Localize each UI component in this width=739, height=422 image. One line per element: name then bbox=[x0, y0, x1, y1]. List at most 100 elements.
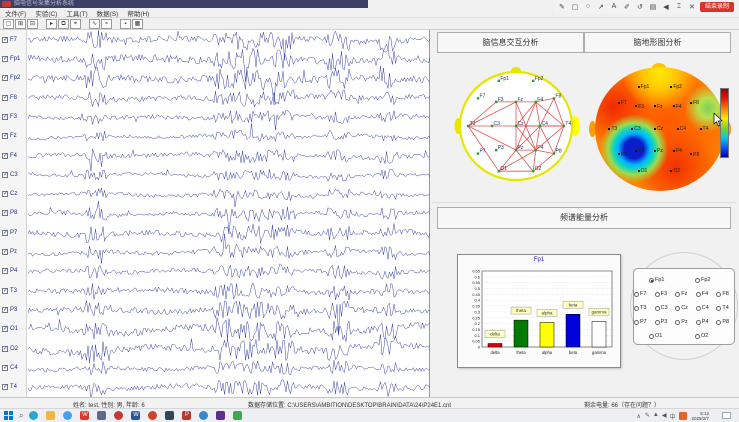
word-icon[interactable]: W bbox=[131, 411, 140, 420]
network-icon[interactable]: ▲ bbox=[653, 412, 659, 421]
open-icon[interactable]: ▢ bbox=[3, 19, 14, 29]
electrode-option-O1[interactable]: O1 bbox=[649, 333, 673, 339]
channel-checkbox-T4[interactable]: ✓ bbox=[2, 384, 8, 390]
text-icon[interactable]: A bbox=[609, 3, 619, 11]
channel-checkbox-Fp1[interactable]: ✓ bbox=[2, 56, 8, 62]
cursor-icon[interactable]: ⌖ bbox=[70, 19, 81, 29]
radio-P8[interactable] bbox=[716, 320, 721, 325]
edge-icon[interactable] bbox=[29, 411, 38, 420]
rect-icon[interactable]: ▢ bbox=[570, 3, 580, 11]
tile-vertical-icon[interactable]: ⊟ bbox=[27, 19, 38, 29]
electrode-option-P3[interactable]: P3 bbox=[655, 319, 673, 325]
menu-item-1[interactable]: 实验(C) bbox=[35, 8, 57, 18]
channel-checkbox-F7[interactable]: ✓ bbox=[2, 37, 8, 43]
visual-studio-icon[interactable] bbox=[216, 411, 225, 420]
channel-checkbox-O2[interactable]: ✓ bbox=[2, 346, 8, 352]
radio-O1[interactable] bbox=[649, 334, 654, 339]
radio-O2[interactable] bbox=[695, 334, 700, 339]
ellipse-icon[interactable]: ○ bbox=[583, 3, 593, 11]
spectrum-icon[interactable]: ≈ bbox=[101, 19, 112, 29]
electrode-option-P7[interactable]: P7 bbox=[634, 319, 652, 325]
channel-checkbox-T3[interactable]: ✓ bbox=[2, 288, 8, 294]
clock[interactable]: 5:12 2025/2/7 bbox=[691, 411, 709, 421]
show-desktop-button[interactable] bbox=[722, 412, 731, 419]
channel-checkbox-P4[interactable]: ✓ bbox=[2, 268, 8, 274]
channel-checkbox-Pz[interactable]: ✓ bbox=[2, 249, 8, 255]
file-explorer-icon[interactable] bbox=[46, 411, 55, 420]
app-icon-2[interactable] bbox=[114, 411, 123, 420]
channel-checkbox-F3[interactable]: ✓ bbox=[2, 114, 8, 120]
radio-Pz[interactable] bbox=[675, 320, 680, 325]
app-icon-4[interactable] bbox=[165, 411, 174, 420]
menu-item-2[interactable]: 工具(T) bbox=[66, 8, 87, 18]
arrow-icon[interactable]: ↗ bbox=[596, 3, 606, 11]
app-icon-3[interactable] bbox=[148, 411, 157, 420]
channel-checkbox-Cz[interactable]: ✓ bbox=[2, 191, 8, 197]
electrode-option-F3[interactable]: F3 bbox=[655, 291, 673, 297]
radio-P4[interactable] bbox=[696, 320, 701, 325]
radio-F7[interactable] bbox=[634, 292, 639, 297]
electrode-option-C3[interactable]: C3 bbox=[655, 305, 673, 311]
electrode-option-Pz[interactable]: Pz bbox=[675, 319, 693, 325]
channel-checkbox-O1[interactable]: ✓ bbox=[2, 326, 8, 332]
pen-icon[interactable]: ✎ bbox=[557, 3, 567, 11]
electrode-option-F8[interactable]: F8 bbox=[716, 291, 734, 297]
tile-horizontal-icon[interactable]: ⊞ bbox=[15, 19, 26, 29]
channel-checkbox-F8[interactable]: ✓ bbox=[2, 95, 8, 101]
channel-checkbox-P7[interactable]: ✓ bbox=[2, 230, 8, 236]
radio-T4[interactable] bbox=[716, 306, 721, 311]
wave-icon[interactable]: ∿ bbox=[89, 19, 100, 29]
stop-icon[interactable]: ▪ bbox=[120, 19, 131, 29]
speaker-icon[interactable]: ◀ bbox=[661, 3, 671, 11]
radio-Cz[interactable] bbox=[675, 306, 680, 311]
electrode-option-Fz[interactable]: Fz bbox=[675, 291, 693, 297]
tray-chevron-icon[interactable]: ∧ bbox=[636, 413, 640, 420]
whiteboard-icon[interactable]: ▤ bbox=[648, 3, 658, 11]
radio-Fp1[interactable] bbox=[649, 278, 654, 283]
channel-checkbox-C4[interactable]: ✓ bbox=[2, 365, 8, 371]
radio-F8[interactable] bbox=[716, 292, 721, 297]
channel-checkbox-Fp2[interactable]: ✓ bbox=[2, 75, 8, 81]
highlighter-icon[interactable]: ✐ bbox=[622, 3, 632, 11]
radio-P7[interactable] bbox=[634, 320, 639, 325]
undo-icon[interactable]: ↺ bbox=[635, 3, 645, 11]
ime-icon[interactable]: 中 bbox=[669, 412, 675, 421]
tab-spectrum-energy[interactable]: 频谱能量分析 bbox=[437, 207, 731, 229]
start-button[interactable] bbox=[4, 411, 13, 420]
radio-T3[interactable] bbox=[634, 306, 639, 311]
app-icon-1[interactable] bbox=[97, 411, 106, 420]
electrode-option-F7[interactable]: F7 bbox=[634, 291, 652, 297]
electrode-option-T3[interactable]: T3 bbox=[634, 305, 652, 311]
tray-app-icon[interactable] bbox=[679, 412, 687, 420]
stop-recording-button[interactable]: 结束录制 bbox=[700, 2, 734, 12]
tab-brain-topography[interactable]: 脑地形图分析 bbox=[584, 32, 731, 53]
volume-icon[interactable]: ◀ bbox=[662, 412, 667, 421]
channel-checkbox-F4[interactable]: ✓ bbox=[2, 153, 8, 159]
channel-checkbox-P8[interactable]: ✓ bbox=[2, 210, 8, 216]
electrode-option-T4[interactable]: T4 bbox=[716, 305, 734, 311]
eeg-traces[interactable] bbox=[28, 30, 430, 397]
mic-icon[interactable]: ⌶ bbox=[674, 3, 684, 11]
channel-checkbox-Fz[interactable]: ✓ bbox=[2, 133, 8, 139]
electrode-option-P8[interactable]: P8 bbox=[716, 319, 734, 325]
electrode-option-O2[interactable]: O2 bbox=[695, 333, 719, 339]
channel-checkbox-P3[interactable]: ✓ bbox=[2, 307, 8, 313]
wps-icon[interactable]: W bbox=[80, 411, 89, 420]
tab-brain-interaction[interactable]: 脑信息交互分析 bbox=[437, 32, 584, 53]
search-icon[interactable]: ⌕ bbox=[19, 411, 23, 421]
electrode-option-Fp2[interactable]: Fp2 bbox=[695, 277, 719, 283]
radio-P3[interactable] bbox=[655, 320, 660, 325]
window-icon[interactable]: ⧉ bbox=[58, 19, 69, 29]
pen-tray-icon[interactable]: ✎ bbox=[645, 412, 650, 421]
grid-icon[interactable]: ▦ bbox=[132, 19, 143, 29]
channel-checkbox-C3[interactable]: ✓ bbox=[2, 172, 8, 178]
menu-item-4[interactable]: 帮助(H) bbox=[127, 8, 149, 18]
menu-item-0[interactable]: 文件(F) bbox=[5, 8, 26, 18]
play-icon[interactable]: ▸ bbox=[46, 19, 57, 29]
radio-Fp2[interactable] bbox=[695, 278, 700, 283]
browser-icon[interactable] bbox=[63, 411, 72, 420]
radio-F3[interactable] bbox=[655, 292, 660, 297]
radio-F4[interactable] bbox=[696, 292, 701, 297]
electrode-option-Cz[interactable]: Cz bbox=[675, 305, 693, 311]
close-icon[interactable]: ✕ bbox=[687, 3, 697, 11]
